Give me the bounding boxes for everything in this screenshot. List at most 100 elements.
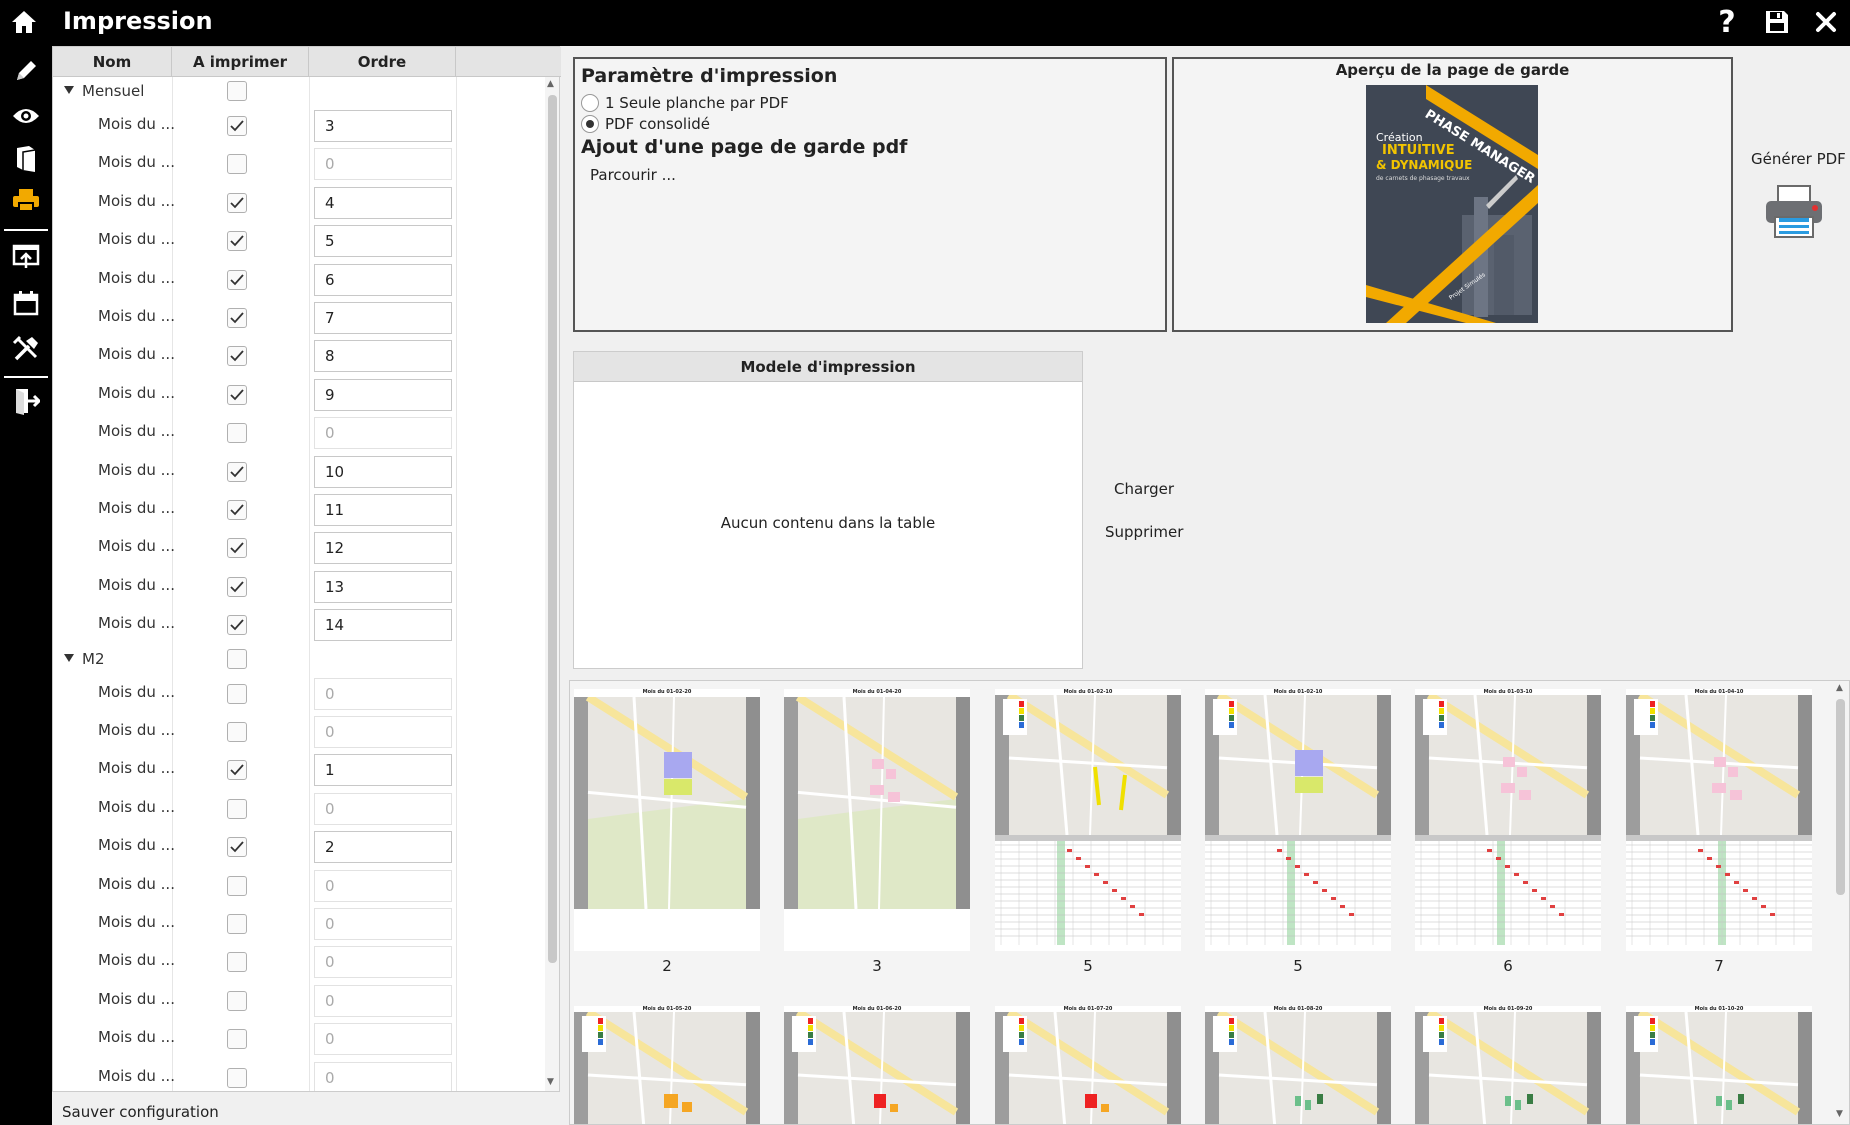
order-input[interactable]	[314, 946, 452, 979]
print-checkbox[interactable]	[227, 154, 247, 175]
group-print-checkbox[interactable]	[227, 648, 247, 669]
delete-template-button[interactable]: Supprimer	[1105, 523, 1183, 541]
order-input[interactable]	[314, 677, 452, 710]
order-input[interactable]	[314, 570, 452, 603]
thumbnails-scrollbar[interactable]: ▲ ▼	[1832, 681, 1849, 1124]
print-checkbox[interactable]	[227, 231, 247, 252]
tools-icon[interactable]	[0, 326, 52, 372]
page-thumbnail[interactable]: Mois du 01-03-10 6	[1415, 689, 1601, 979]
table-row[interactable]: Mois du ...	[53, 606, 543, 644]
print-checkbox[interactable]	[227, 346, 247, 367]
generate-pdf-label[interactable]: Générer PDF	[1751, 150, 1846, 168]
order-input[interactable]	[314, 754, 452, 787]
group-row[interactable]: M2	[53, 645, 543, 675]
order-input[interactable]	[314, 148, 452, 181]
print-checkbox[interactable]	[227, 116, 247, 136]
table-row[interactable]: Mois du ...	[53, 828, 543, 866]
print-checkbox[interactable]	[227, 760, 247, 781]
generate-pdf-printer-icon[interactable]	[1763, 184, 1825, 240]
thumbnail-page[interactable]: Mois du 01-05-20	[574, 1006, 760, 1124]
table-row[interactable]: Mois du ...	[53, 414, 543, 452]
thumbnail-page[interactable]: Mois du 01-04-10	[1626, 689, 1812, 951]
print-checkbox[interactable]	[227, 952, 247, 973]
page-thumbnail[interactable]: Mois du 01-06-20	[784, 1006, 970, 1124]
column-header-a-imprimer[interactable]: A imprimer	[172, 47, 309, 77]
page-thumbnail[interactable]: Mois du 01-10-20	[1626, 1006, 1812, 1124]
print-checkbox[interactable]	[227, 538, 247, 559]
print-checkbox[interactable]	[227, 192, 247, 213]
print-checkbox[interactable]	[227, 384, 247, 405]
radio-consolidated-pdf[interactable]	[581, 115, 599, 133]
browse-button[interactable]: Parcourir ...	[590, 166, 676, 184]
print-checkbox[interactable]	[227, 615, 247, 636]
radio-single-sheet[interactable]	[581, 94, 599, 112]
print-checkbox[interactable]	[227, 1067, 247, 1088]
table-row[interactable]: Mois du ...	[53, 982, 543, 1020]
thumbnail-page[interactable]: Mois du 01-10-20	[1626, 1006, 1812, 1124]
scroll-down-icon[interactable]: ▼	[547, 1077, 554, 1087]
page-thumbnail[interactable]: Mois du 01-05-20	[574, 1006, 760, 1124]
thumbnail-page[interactable]: Mois du 01-04-20	[784, 689, 970, 951]
print-checkbox[interactable]	[227, 500, 247, 520]
thumbnail-page[interactable]: Mois du 01-08-20	[1205, 1006, 1391, 1124]
scroll-down-icon[interactable]: ▼	[1836, 1109, 1843, 1119]
order-input[interactable]	[314, 302, 452, 334]
page-thumbnail[interactable]: Mois du 01-09-20	[1415, 1006, 1601, 1124]
order-input[interactable]	[314, 831, 452, 864]
close-icon[interactable]	[1808, 4, 1844, 40]
print-checkbox[interactable]	[227, 461, 247, 482]
order-input[interactable]	[314, 378, 452, 411]
thumbnail-page[interactable]: Mois du 01-03-10	[1415, 689, 1601, 951]
page-thumbnail[interactable]: Mois du 01-08-20	[1205, 1006, 1391, 1124]
list-scrollbar[interactable]: ▲ ▼	[545, 77, 559, 1091]
order-input[interactable]	[314, 792, 452, 825]
order-input[interactable]	[314, 532, 452, 565]
scroll-up-icon[interactable]: ▲	[1836, 683, 1843, 693]
exit-icon[interactable]	[0, 378, 52, 424]
order-input[interactable]	[314, 494, 452, 526]
print-checkbox[interactable]	[227, 423, 247, 444]
thumbnail-page[interactable]: Mois du 01-02-20	[574, 689, 760, 951]
option-single-sheet[interactable]: 1 Seule planche par PDF	[581, 94, 789, 112]
eye-icon[interactable]	[0, 93, 52, 139]
save-config-button[interactable]: Sauver configuration	[62, 1103, 219, 1121]
table-row[interactable]: Mois du ...	[53, 261, 543, 299]
table-row[interactable]: Mois du ...	[53, 145, 543, 183]
order-input[interactable]	[314, 417, 452, 450]
table-row[interactable]: Mois du ...	[53, 529, 543, 567]
order-input[interactable]	[314, 908, 452, 940]
thumbnail-page[interactable]: Mois du 01-06-20	[784, 1006, 970, 1124]
table-row[interactable]: Mois du ...	[53, 299, 543, 337]
print-checkbox[interactable]	[227, 722, 247, 742]
table-row[interactable]: Mois du ...	[53, 1020, 543, 1058]
thumbnail-page[interactable]: Mois du 01-09-20	[1415, 1006, 1601, 1124]
order-input[interactable]	[314, 263, 452, 296]
page-thumbnail[interactable]: Mois du 01-02-20 2	[574, 689, 760, 979]
table-row[interactable]: Mois du ...	[53, 713, 543, 751]
table-row[interactable]: Mois du ...	[53, 675, 543, 713]
page-thumbnail[interactable]: Mois du 01-02-10 5	[995, 689, 1181, 979]
expand-triangle-icon[interactable]	[64, 653, 74, 662]
order-input[interactable]	[314, 455, 452, 488]
page-thumbnail[interactable]: Mois du 01-02-10 5	[1205, 689, 1391, 979]
page-thumbnail[interactable]: Mois du 01-07-20	[995, 1006, 1181, 1124]
table-row[interactable]: Mois du ...	[53, 376, 543, 414]
thumbnail-page[interactable]: Mois du 01-07-20	[995, 1006, 1181, 1124]
table-row[interactable]: Mois du ...	[53, 453, 543, 491]
print-checkbox[interactable]	[227, 576, 247, 597]
group-print-checkbox[interactable]	[227, 81, 247, 101]
save-icon[interactable]	[1759, 4, 1795, 40]
print-checkbox[interactable]	[227, 875, 247, 896]
table-row[interactable]: Mois du ...	[53, 1059, 543, 1091]
print-checkbox[interactable]	[227, 914, 247, 934]
scrollbar-thumb[interactable]	[548, 95, 557, 963]
calendar-icon[interactable]	[0, 280, 52, 326]
table-row[interactable]: Mois du ...	[53, 751, 543, 789]
book-icon[interactable]	[0, 136, 52, 182]
option-consolidated-pdf[interactable]: PDF consolidé	[581, 115, 710, 133]
print-checkbox[interactable]	[227, 798, 247, 819]
order-input[interactable]	[314, 716, 452, 748]
column-header-nom[interactable]: Nom	[53, 47, 172, 77]
order-input[interactable]	[314, 609, 452, 642]
scrollbar-thumb[interactable]	[1836, 699, 1845, 895]
